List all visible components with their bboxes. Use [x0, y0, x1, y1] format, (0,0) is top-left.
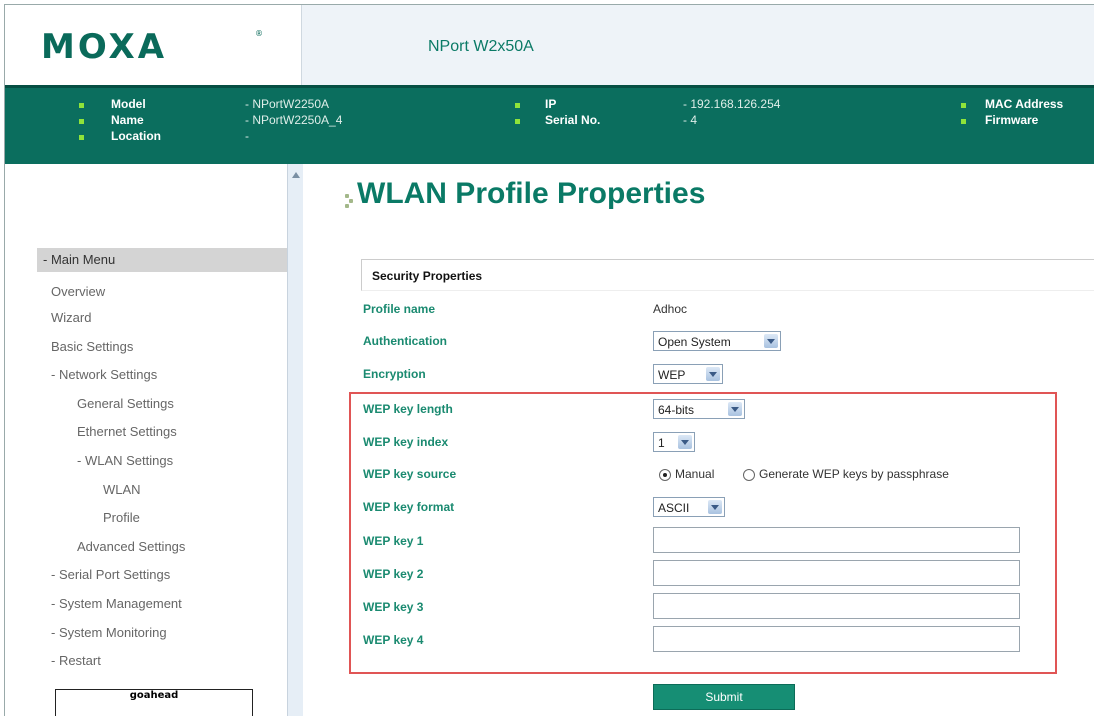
wep-key-4-label: WEP key 4 — [363, 633, 424, 647]
wep-key-source-manual-radio[interactable] — [659, 469, 671, 481]
wep-key-index-selected: 1 — [658, 436, 665, 450]
wep-key-2-label: WEP key 2 — [363, 567, 424, 581]
serial-value: - 4 — [683, 113, 698, 127]
firmware-label: Firmware — [985, 113, 1039, 127]
encryption-select[interactable]: WEP — [653, 364, 723, 384]
location-label: Location — [111, 129, 161, 143]
sidebar-item-profile[interactable]: Profile — [103, 510, 140, 525]
chevron-down-icon[interactable] — [764, 334, 778, 348]
wep-key-4-input[interactable] — [653, 626, 1020, 652]
authentication-selected: Open System — [658, 335, 731, 349]
profile-name-value: Adhoc — [653, 302, 688, 316]
submit-button[interactable]: Submit — [653, 684, 795, 710]
location-value: - — [245, 129, 249, 143]
sidebar-scrollbar[interactable] — [287, 164, 304, 716]
profile-name-label: Profile name — [363, 302, 436, 316]
encryption-selected: WEP — [658, 368, 686, 382]
main-content: WLAN Profile Properties Security Propert… — [303, 164, 1094, 716]
serial-label: Serial No. — [545, 113, 601, 127]
sidebar-item-system-monitoring[interactable]: - System Monitoring — [51, 625, 167, 640]
section-title: Security Properties — [372, 269, 483, 283]
device-info-bar: Model - NPortW2250A Name - NPortW2250A_4… — [5, 85, 1094, 167]
page-title: WLAN Profile Properties — [357, 177, 706, 210]
wep-key-length-selected: 64-bits — [658, 403, 695, 417]
wep-key-source-passphrase-radio[interactable] — [743, 469, 755, 481]
wep-key-1-input[interactable] — [653, 527, 1020, 553]
bullet-icon — [79, 135, 84, 140]
sidebar-item-wlan[interactable]: WLAN — [103, 482, 141, 497]
bullet-icon — [961, 119, 966, 124]
wep-key-format-select[interactable]: ASCII — [653, 497, 725, 517]
sidebar-item-overview[interactable]: Overview — [51, 284, 105, 299]
goahead-badge: goahead — [55, 689, 253, 716]
chevron-down-icon[interactable] — [728, 402, 742, 416]
product-title-area: NPort W2x50A — [301, 5, 1094, 85]
wep-key-1-label: WEP key 1 — [363, 534, 424, 548]
sidebar-item-wizard[interactable]: Wizard — [51, 310, 91, 325]
goahead-label: goahead — [129, 690, 179, 701]
sidebar-item-serial-port-settings[interactable]: - Serial Port Settings — [51, 567, 170, 582]
sidebar-item-basic-settings[interactable]: Basic Settings — [51, 339, 133, 354]
bullet-icon — [961, 103, 966, 108]
bullet-icon — [79, 119, 84, 124]
wep-key-2-input[interactable] — [653, 560, 1020, 586]
mac-address-label: MAC Address — [985, 97, 1064, 111]
sidebar-item-wlan-settings[interactable]: - WLAN Settings — [77, 453, 173, 468]
sidebar: - Main Menu Overview Wizard Basic Settin… — [5, 164, 287, 716]
sidebar-item-network-settings[interactable]: - Network Settings — [51, 367, 157, 382]
name-value: - NPortW2250A_4 — [245, 113, 343, 127]
wep-key-index-label: WEP key index — [363, 435, 449, 449]
scroll-up-arrow-icon[interactable] — [292, 172, 300, 178]
bullet-icon — [515, 103, 520, 108]
top-header: MOXA ® NPort W2x50A — [5, 5, 1094, 85]
title-dots-icon — [345, 194, 353, 208]
sidebar-item-restart[interactable]: - Restart — [51, 653, 101, 668]
wep-key-format-selected: ASCII — [658, 501, 690, 515]
wep-key-3-label: WEP key 3 — [363, 600, 424, 614]
trademark-mark: ® — [255, 29, 263, 38]
wep-key-source-passphrase-label[interactable]: Generate WEP keys by passphrase — [759, 467, 949, 481]
moxa-logo: MOXA — [41, 27, 168, 67]
bullet-icon — [515, 119, 520, 124]
authentication-select[interactable]: Open System — [653, 331, 781, 351]
wep-key-source-manual-label[interactable]: Manual — [675, 467, 714, 481]
sidebar-item-system-management[interactable]: - System Management — [51, 596, 182, 611]
wep-key-source-label: WEP key source — [363, 467, 457, 481]
ip-label: IP — [545, 97, 557, 111]
chevron-down-icon[interactable] — [678, 435, 692, 449]
main-menu-header[interactable]: - Main Menu — [37, 248, 287, 272]
logo-area: MOXA ® — [5, 5, 301, 85]
browser-frame: MOXA ® NPort W2x50A Model - NPortW2250A … — [4, 4, 1094, 716]
ip-value: - 192.168.126.254 — [683, 97, 781, 111]
chevron-down-icon[interactable] — [708, 500, 722, 514]
model-value: - NPortW2250A — [245, 97, 330, 111]
sidebar-item-ethernet-settings[interactable]: Ethernet Settings — [77, 424, 177, 439]
security-properties-header: Security Properties — [361, 259, 1094, 291]
product-name: NPort W2x50A — [428, 38, 534, 55]
encryption-label: Encryption — [363, 367, 426, 381]
wep-key-format-label: WEP key format — [363, 500, 455, 514]
sidebar-item-general-settings[interactable]: General Settings — [77, 396, 174, 411]
wep-key-index-select[interactable]: 1 — [653, 432, 695, 452]
sidebar-item-advanced-settings[interactable]: Advanced Settings — [77, 539, 185, 554]
wep-key-3-input[interactable] — [653, 593, 1020, 619]
chevron-down-icon[interactable] — [706, 367, 720, 381]
bullet-icon — [79, 103, 84, 108]
authentication-label: Authentication — [363, 334, 447, 348]
wep-key-length-label: WEP key length — [363, 402, 453, 416]
model-label: Model — [111, 97, 146, 111]
name-label: Name — [111, 113, 144, 127]
wep-key-length-select[interactable]: 64-bits — [653, 399, 745, 419]
